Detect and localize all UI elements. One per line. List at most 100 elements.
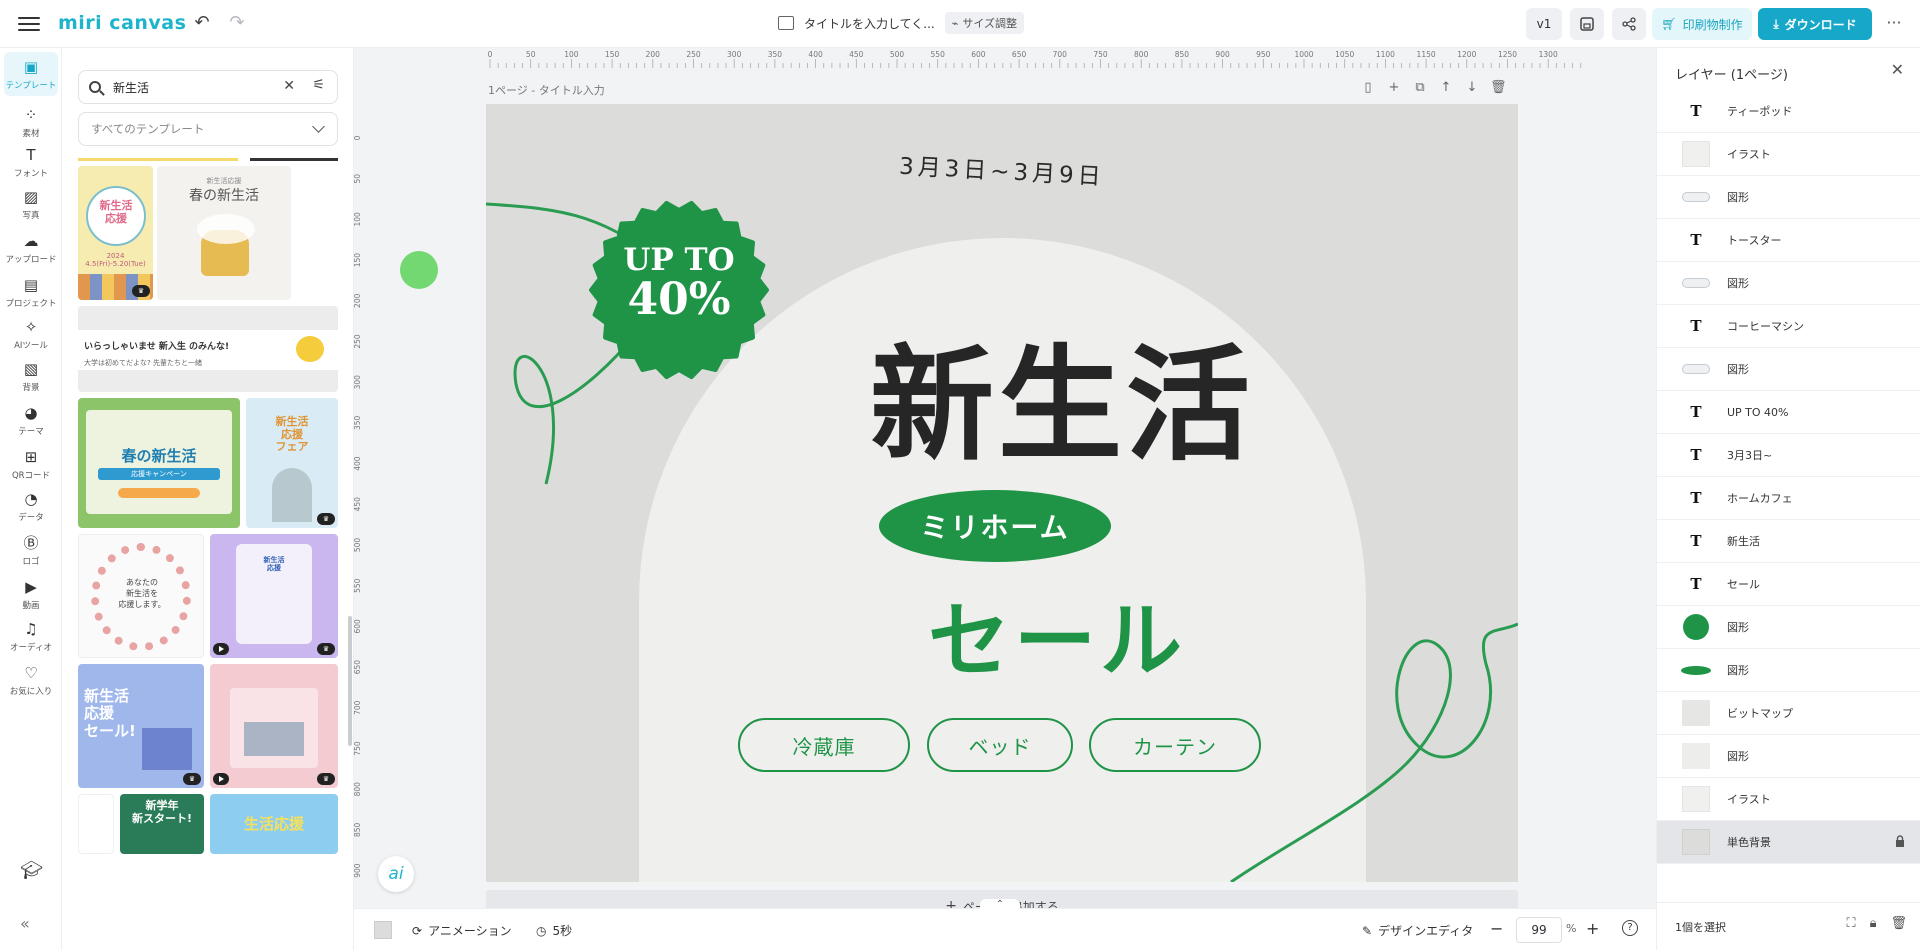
layer-row[interactable]: T ティーポッド bbox=[1657, 90, 1920, 133]
rail-item-audio[interactable]: ♫ オーディオ bbox=[4, 614, 58, 658]
clear-icon[interactable]: ✕ bbox=[283, 78, 295, 94]
category-pill-bed[interactable]: ベッド bbox=[927, 718, 1073, 772]
layer-row[interactable]: 図形 bbox=[1657, 735, 1920, 778]
rail-item-elements[interactable]: ⁘ 素材 bbox=[4, 100, 58, 144]
close-icon[interactable]: ✕ bbox=[1891, 60, 1904, 79]
layer-row[interactable]: イラスト bbox=[1657, 133, 1920, 176]
rail-item-project[interactable]: ▤ プロジェクト bbox=[4, 270, 58, 314]
animation-button[interactable]: ⟳ アニメーション bbox=[412, 922, 512, 939]
move-down-icon[interactable]: ↓ bbox=[1464, 80, 1480, 96]
illustration-thumbnail bbox=[1681, 141, 1711, 167]
rail-item-theme[interactable]: ◕ テーマ bbox=[4, 398, 58, 442]
duration-button[interactable]: ◷ 5秒 bbox=[536, 922, 572, 939]
template-category-select[interactable]: すべてのテンプレート bbox=[78, 112, 338, 146]
template-thumbnail[interactable]: 新生活 応援 ♛ bbox=[210, 534, 338, 658]
template-thumbnail[interactable]: 生活応援 bbox=[210, 794, 338, 854]
layer-row[interactable]: 単色背景 bbox=[1657, 821, 1920, 864]
illustration-thumbnail bbox=[1681, 786, 1711, 812]
zoom-in-button[interactable]: + bbox=[1586, 919, 1599, 938]
rail-item-photo[interactable]: ▨ 写真 bbox=[4, 182, 58, 226]
undo-icon[interactable]: ↶ bbox=[191, 12, 213, 34]
layer-label: 図形 bbox=[1727, 277, 1749, 290]
design-editor-button[interactable]: ✎ デザインエディタ bbox=[1362, 922, 1473, 939]
filter-icon[interactable]: ⚟ bbox=[312, 77, 325, 93]
redo-icon[interactable]: ↷ bbox=[226, 12, 248, 34]
help-icon[interactable]: ? bbox=[1622, 920, 1638, 936]
design-page[interactable]: 3月3日~3月9日 UP TO 40% 新生活 ミリホーム セール 冷蔵庫 ベッ… bbox=[486, 104, 1518, 882]
layer-row[interactable]: T コーヒーマシン bbox=[1657, 305, 1920, 348]
template-thumbnail[interactable]: いらっしゃいませ 新入生 のみんな! 大学は初めてだよな? 先輩たちと一緒 bbox=[78, 306, 338, 392]
share-icon[interactable] bbox=[1612, 8, 1646, 40]
layer-row[interactable]: T トースター bbox=[1657, 219, 1920, 262]
page-note-icon[interactable]: ▯ bbox=[1360, 80, 1376, 96]
resize-button[interactable]: ⌁ サイズ調整 bbox=[944, 12, 1025, 34]
collapse-panel-icon[interactable]: « bbox=[20, 914, 30, 933]
layer-row[interactable]: T 3月3日~ bbox=[1657, 434, 1920, 477]
layer-row[interactable]: T UP TO 40% bbox=[1657, 391, 1920, 434]
rail-item-ai-tools[interactable]: ✧ AIツール bbox=[4, 312, 58, 356]
category-pill-fridge[interactable]: 冷蔵庫 bbox=[738, 718, 910, 772]
rail-item-template[interactable]: ▣ テンプレート bbox=[4, 52, 58, 96]
layer-row[interactable]: 図形 bbox=[1657, 649, 1920, 692]
menu-icon[interactable] bbox=[18, 13, 40, 33]
layer-row[interactable]: イラスト bbox=[1657, 778, 1920, 821]
app-logo[interactable]: miri canvas bbox=[58, 12, 186, 34]
ai-assistant-button[interactable]: ai bbox=[378, 856, 414, 892]
zoom-input[interactable]: 99 bbox=[1516, 917, 1562, 943]
template-thumbnail[interactable]: 新生活 応援 セール! ♛ bbox=[78, 664, 204, 788]
download-button[interactable]: ⤓ ダウンロード bbox=[1758, 8, 1872, 40]
template-thumbnail[interactable] bbox=[78, 794, 114, 854]
layer-row[interactable]: 図形 bbox=[1657, 262, 1920, 305]
layer-row[interactable]: T ホームカフェ bbox=[1657, 477, 1920, 520]
template-thumbnail[interactable]: あなたの 新生活を 応援します。 bbox=[78, 534, 204, 658]
layer-row[interactable]: T セール bbox=[1657, 563, 1920, 606]
folder-icon[interactable] bbox=[778, 16, 794, 30]
lock-icon[interactable] bbox=[1895, 835, 1905, 847]
chevron-up-icon[interactable]: ⌃ bbox=[980, 899, 1020, 911]
rail-item-video[interactable]: ▶ 動画 bbox=[4, 572, 58, 616]
rail-item-data[interactable]: ◔ データ bbox=[4, 484, 58, 528]
page-color-swatch[interactable] bbox=[374, 921, 392, 939]
template-thumbnail[interactable]: ♛ bbox=[210, 664, 338, 788]
lock-icon[interactable]: 🔒︎ bbox=[1870, 916, 1877, 931]
rail-item-background[interactable]: ▧ 背景 bbox=[4, 354, 58, 398]
category-pill-curtain[interactable]: カーテン bbox=[1089, 718, 1261, 772]
layer-row[interactable]: 図形 bbox=[1657, 348, 1920, 391]
upload-icon: ☁ bbox=[23, 231, 39, 250]
delete-icon[interactable]: 🗑︎ bbox=[1890, 916, 1907, 931]
zoom-out-button[interactable]: − bbox=[1490, 919, 1503, 938]
academy-icon[interactable]: 🎓︎ bbox=[20, 860, 43, 881]
page-label[interactable]: 1ページ - タイトル入力 bbox=[488, 82, 605, 98]
layer-row[interactable]: ビットマップ bbox=[1657, 692, 1920, 735]
rail-item-qr[interactable]: ⊞ QRコード bbox=[4, 442, 58, 486]
add-page-icon[interactable]: + bbox=[1386, 80, 1402, 96]
template-thumbnail[interactable]: 春の新生活 新生活応援 bbox=[157, 166, 291, 300]
main-title-text[interactable]: 新生活 bbox=[486, 304, 1518, 484]
print-order-button[interactable]: 🛒︎ 印刷物制作 bbox=[1652, 8, 1752, 40]
move-up-icon[interactable]: ↑ bbox=[1438, 80, 1454, 96]
rail-item-logo[interactable]: Ⓑ ロゴ bbox=[4, 528, 58, 572]
version-button[interactable]: v1 bbox=[1526, 8, 1562, 40]
layer-row[interactable]: 図形 bbox=[1657, 606, 1920, 649]
store-name-pill[interactable]: ミリホーム bbox=[879, 490, 1111, 562]
layer-row[interactable]: 図形 bbox=[1657, 176, 1920, 219]
duplicate-page-icon[interactable]: ⧉ bbox=[1412, 80, 1428, 96]
template-thumbnail[interactable]: 新学年 新スタート! bbox=[120, 794, 204, 854]
rail-item-font[interactable]: T フォント bbox=[4, 140, 58, 184]
layer-label: 図形 bbox=[1727, 621, 1749, 634]
rail-item-heart[interactable]: ♡ お気に入り bbox=[4, 658, 58, 702]
template-thumbnail[interactable]: 春の新生活 応援キャンペーン bbox=[78, 398, 240, 528]
template-search-input[interactable] bbox=[113, 80, 263, 94]
sale-text[interactable]: セール bbox=[486, 574, 1518, 693]
rail-item-upload[interactable]: ☁ アップロード bbox=[4, 226, 58, 270]
more-options-icon[interactable]: ··· bbox=[1882, 13, 1906, 32]
select-frame-icon[interactable]: ⛶ bbox=[1846, 916, 1855, 931]
layer-row[interactable]: T 新生活 bbox=[1657, 520, 1920, 563]
document-title[interactable]: タイトルを入力してく... bbox=[804, 15, 935, 32]
save-icon[interactable] bbox=[1570, 8, 1604, 40]
template-thumbnail[interactable]: 新生活 応援 フェア ♛ bbox=[246, 398, 338, 528]
rail-item-label: アップロード bbox=[5, 254, 57, 265]
template-scrollbar[interactable] bbox=[348, 616, 352, 746]
delete-page-icon[interactable]: 🗑︎ bbox=[1490, 80, 1507, 96]
template-thumbnail[interactable]: 新生活 応援 2024 4.5(Fri)-5.20(Tue) ♛ bbox=[78, 166, 153, 300]
